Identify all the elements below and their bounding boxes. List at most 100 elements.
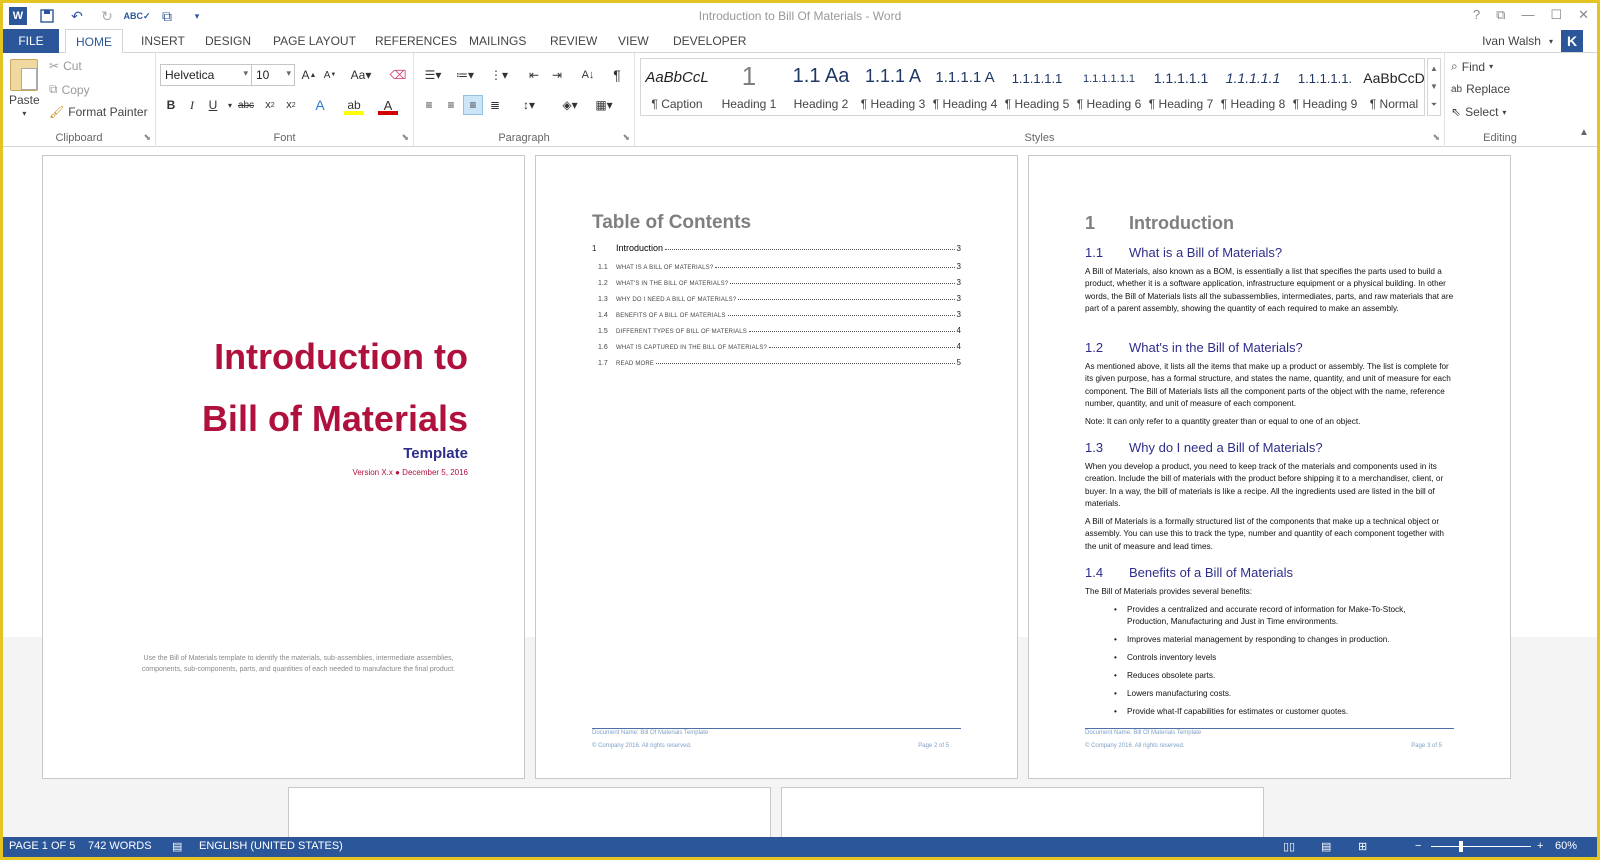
tab-page-layout[interactable]: PAGE LAYOUT <box>263 29 366 53</box>
clear-formatting-icon[interactable]: ⌫ <box>388 65 408 85</box>
shading-icon[interactable]: ◈▾ <box>556 95 584 115</box>
toc-entry[interactable]: 1.6 What is captured in the Bill of Mate… <box>592 337 961 351</box>
style-heading-4[interactable]: 1.1.1.1 A ¶ Heading 4 <box>929 59 1001 115</box>
select-button[interactable]: ⇖ Select ▾ <box>1451 105 1506 119</box>
font-size-combo[interactable]: 10 ▾ <box>251 64 295 86</box>
strikethrough-icon[interactable]: abc <box>236 95 256 115</box>
close-icon[interactable]: ✕ <box>1578 7 1589 23</box>
page-count[interactable]: PAGE 1 OF 5 <box>9 840 75 852</box>
multilevel-list-icon[interactable]: ⋮▾ <box>486 65 512 85</box>
document-area[interactable]: Introduction to Bill of Materials Templa… <box>3 147 1597 837</box>
read-mode-icon[interactable]: ▯▯ <box>1283 840 1295 853</box>
style-heading-6[interactable]: 1.1.1.1.1.1 ¶ Heading 6 <box>1073 59 1145 115</box>
dialog-launcher-icon[interactable]: ⬊ <box>143 132 151 143</box>
borders-icon[interactable]: ▦▾ <box>590 95 618 115</box>
tab-view[interactable]: VIEW <box>608 29 659 53</box>
tab-file[interactable]: FILE <box>3 29 59 53</box>
zoom-slider[interactable] <box>1431 846 1531 847</box>
highlight-icon[interactable]: ab <box>344 95 364 115</box>
web-layout-icon[interactable]: ⊞ <box>1358 840 1367 853</box>
ribbon-display-icon[interactable]: ⧉ <box>1496 7 1505 23</box>
language[interactable]: ENGLISH (UNITED STATES) <box>199 840 343 852</box>
font-name-combo[interactable]: Helvetica ▾ <box>160 64 252 86</box>
style-heading-1[interactable]: 1 Heading 1 <box>713 59 785 115</box>
chevron-down-icon[interactable]: ▾ <box>22 109 26 118</box>
page-5-preview[interactable] <box>781 787 1264 837</box>
help-icon[interactable]: ? <box>1473 7 1480 23</box>
proofing-icon[interactable]: ▤ <box>172 840 182 853</box>
zoom-in-icon[interactable]: + <box>1537 840 1543 852</box>
bullets-icon[interactable]: ☰▾ <box>420 65 446 85</box>
style-heading-7[interactable]: 1.1.1.1.1 ¶ Heading 7 <box>1145 59 1217 115</box>
copy-button[interactable]: ⧉ Copy <box>49 82 90 97</box>
dialog-launcher-icon[interactable]: ⬊ <box>622 132 630 143</box>
tab-mailings[interactable]: MAILINGS <box>459 29 536 53</box>
collapse-ribbon-icon[interactable]: ▲ <box>1579 127 1589 138</box>
chevron-up-icon[interactable]: ▲ <box>1430 64 1438 73</box>
tab-home[interactable]: HOME <box>65 29 123 54</box>
replace-button[interactable]: ab Replace <box>1451 82 1510 96</box>
font-color-icon[interactable]: A <box>378 95 398 115</box>
tab-insert[interactable]: INSERT <box>131 29 195 53</box>
text-effects-icon[interactable]: A <box>310 95 330 115</box>
zoom-level[interactable]: 60% <box>1555 840 1577 852</box>
numbering-icon[interactable]: ≔▾ <box>452 65 478 85</box>
toc-entry[interactable]: 1 Introduction 3 <box>592 239 961 253</box>
zoom-slider-thumb[interactable] <box>1459 841 1463 852</box>
page-introduction[interactable]: 1 Introduction 1.1 What is a Bill of Mater… <box>1028 155 1511 779</box>
sort-icon[interactable]: A↓ <box>578 65 598 85</box>
page-4-preview[interactable] <box>288 787 771 837</box>
cut-button[interactable]: ✂ Cut <box>49 59 82 73</box>
italic-icon[interactable]: I <box>182 95 202 115</box>
align-right-icon[interactable]: ≡ <box>463 95 483 115</box>
toc-entry[interactable]: 1.4 Benefits of a Bill of Materials 3 <box>592 305 961 319</box>
chevron-down-icon[interactable]: ▼ <box>1430 82 1438 91</box>
minimize-icon[interactable]: — <box>1521 7 1534 23</box>
style-heading-5[interactable]: 1.1.1.1.1 ¶ Heading 5 <box>1001 59 1073 115</box>
page-cover[interactable]: Introduction to Bill of Materials Templa… <box>42 155 525 779</box>
bold-icon[interactable]: B <box>161 95 181 115</box>
style-heading-2[interactable]: 1.1 Aa Heading 2 <box>785 59 857 115</box>
justify-icon[interactable]: ≣ <box>485 95 505 115</box>
tab-review[interactable]: REVIEW <box>540 29 607 53</box>
dialog-launcher-icon[interactable]: ⬊ <box>1432 132 1440 143</box>
user-name[interactable]: Ivan Walsh <box>1482 34 1541 48</box>
grow-font-icon[interactable]: A ▲ <box>299 65 319 85</box>
superscript-icon[interactable]: x2 <box>281 95 301 115</box>
print-layout-icon[interactable]: ▤ <box>1321 840 1331 853</box>
toc-entry[interactable]: 1.5 Different Types of Bill of Materials… <box>592 321 961 335</box>
change-case-icon[interactable]: Aa▾ <box>347 65 375 85</box>
tab-developer[interactable]: DEVELOPER <box>663 29 756 53</box>
chevron-down-icon[interactable]: ▾ <box>1549 37 1553 46</box>
more-icon[interactable]: ⏷ <box>1431 100 1437 110</box>
style-caption[interactable]: AaBbCcL ¶ Caption <box>641 59 713 115</box>
maximize-icon[interactable]: ☐ <box>1550 7 1562 23</box>
dialog-launcher-icon[interactable]: ⬊ <box>401 132 409 143</box>
increase-indent-icon[interactable]: ⇥ <box>547 65 567 85</box>
toc-entry[interactable]: 1.1 What is a Bill of Materials? 3 <box>592 257 961 271</box>
avatar[interactable]: K <box>1561 30 1583 52</box>
style-heading-9[interactable]: 1.1.1.1.1. ¶ Heading 9 <box>1289 59 1361 115</box>
toc-entry[interactable]: 1.7 Read More 5 <box>592 353 961 367</box>
decrease-indent-icon[interactable]: ⇤ <box>524 65 544 85</box>
style-heading-3[interactable]: 1.1.1 A ¶ Heading 3 <box>857 59 929 115</box>
style-normal[interactable]: AaBbCcD ¶ Normal <box>1359 59 1424 115</box>
format-painter-button[interactable]: 🖌 Format Painter <box>49 105 148 119</box>
align-left-icon[interactable]: ≡ <box>419 95 439 115</box>
user-account[interactable]: Ivan Walsh ▾ K <box>1482 29 1583 53</box>
tab-references[interactable]: REFERENCES <box>365 29 467 53</box>
pilcrow-icon[interactable]: ¶ <box>607 65 627 85</box>
find-button[interactable]: ⌕ Find ▾ <box>1451 59 1493 74</box>
zoom-out-icon[interactable]: − <box>1415 840 1421 852</box>
toc-entry[interactable]: 1.3 Why do I need a Bill of Materials? 3 <box>592 289 961 303</box>
toc-entry[interactable]: 1.2 What's in the Bill of Materials? 3 <box>592 273 961 287</box>
page-toc[interactable]: Table of Contents 1 Introduction 3 1.1 W… <box>535 155 1018 779</box>
line-spacing-icon[interactable]: ↕▾ <box>515 95 543 115</box>
styles-gallery-scroll[interactable]: ▲ ▼ ⏷ <box>1427 58 1441 116</box>
subscript-icon[interactable]: x2 <box>260 95 280 115</box>
word-count[interactable]: 742 WORDS <box>88 840 152 852</box>
shrink-font-icon[interactable]: A ▼ <box>320 65 340 85</box>
style-heading-8[interactable]: 1.1.1.1.1 ¶ Heading 8 <box>1217 59 1289 115</box>
tab-design[interactable]: DESIGN <box>195 29 261 53</box>
align-center-icon[interactable]: ≡ <box>441 95 461 115</box>
